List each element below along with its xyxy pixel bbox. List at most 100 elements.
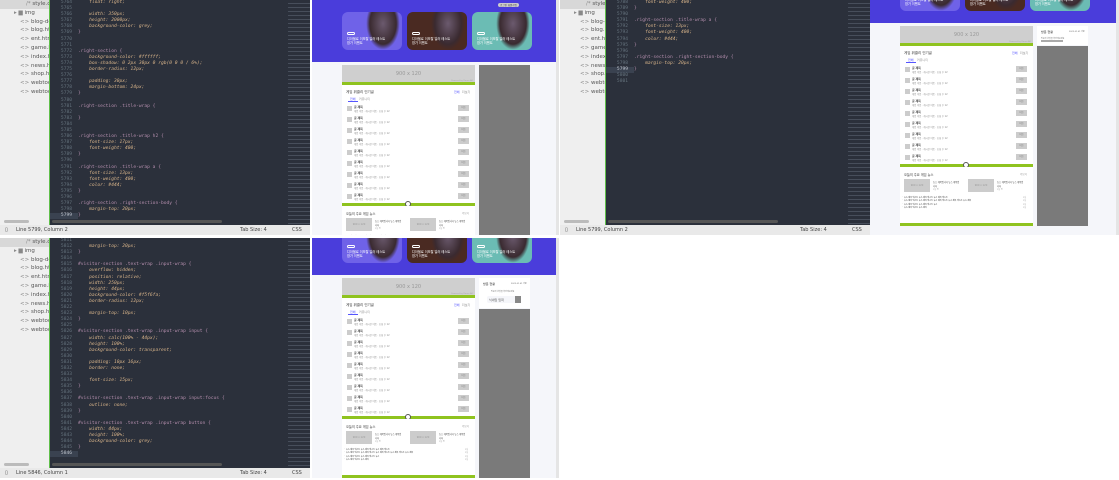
news-image[interactable]: 900 x 120 bbox=[410, 218, 436, 231]
file-item[interactable]: <> webtoon-detail.html bbox=[560, 88, 605, 97]
event-card[interactable]: 디아블로 이모탈 일러 테스트 참가 이벤트 bbox=[965, 0, 1025, 11]
file-item[interactable]: <> index.html bbox=[0, 291, 49, 300]
file-item[interactable]: <> news.html bbox=[0, 62, 49, 71]
file-item[interactable]: <> blog.html bbox=[0, 26, 49, 35]
file-item[interactable]: <> index.html bbox=[560, 53, 605, 62]
file-item[interactable]: <> blog-detail.html bbox=[560, 18, 605, 27]
file-item[interactable]: <> shop.html bbox=[0, 308, 49, 317]
sidebar-toggle-icon[interactable]: ▯ bbox=[565, 225, 568, 235]
row-button[interactable]: 버튼 bbox=[1016, 110, 1027, 116]
row-button[interactable]: 버튼 bbox=[458, 384, 469, 390]
row-button[interactable]: 버튼 bbox=[458, 127, 469, 133]
row-button[interactable]: 버튼 bbox=[458, 329, 469, 335]
tab-community[interactable]: 커뮤니티 bbox=[359, 97, 370, 101]
row-button[interactable]: 버튼 bbox=[1016, 154, 1027, 160]
row-button[interactable]: 버튼 bbox=[1016, 121, 1027, 127]
news-image[interactable]: 900 x 120 bbox=[346, 431, 372, 444]
event-card[interactable]: 디아블로 이모탈 일러 테스트 참가 이벤트 bbox=[1030, 0, 1090, 11]
news-card-title[interactable]: 뉴스 제목입니다 뉴스 제목입니다 bbox=[439, 432, 467, 440]
code-area[interactable]: 5811 5812 margin-top: 20px; 5813} 5814 5815 #… bbox=[50, 238, 310, 468]
row-button[interactable]: 버튼 bbox=[458, 362, 469, 368]
news-card-title[interactable]: 뉴스 제목입니다 뉴스 제목입니다 bbox=[933, 180, 961, 188]
file-item[interactable]: <> webtoon.html bbox=[0, 317, 49, 326]
row-button[interactable]: 버튼 bbox=[1016, 143, 1027, 149]
news-card-title[interactable]: 뉴스 제목입니다 뉴스 제목입니다 bbox=[375, 219, 403, 227]
file-item[interactable]: <> blog-detail.html bbox=[0, 18, 49, 27]
file-item[interactable]: ▸ ▆ img bbox=[560, 9, 605, 18]
sidebar-scrollbar[interactable] bbox=[4, 463, 29, 466]
sidebar-scrollbar[interactable] bbox=[4, 220, 29, 223]
file-item[interactable]: <> webtoon.html bbox=[0, 79, 49, 88]
browser-scrollbar[interactable] bbox=[556, 238, 559, 478]
tab-size[interactable]: Tab Size: 4 bbox=[240, 225, 267, 235]
all-link[interactable]: 전체 bbox=[1012, 51, 1018, 55]
minimap[interactable] bbox=[848, 0, 870, 225]
file-item[interactable]: <> ent.html bbox=[0, 35, 49, 44]
file-item[interactable]: <> webtoon.html bbox=[560, 79, 605, 88]
visitor-input-wrap[interactable] bbox=[1041, 40, 1063, 42]
file-item[interactable]: /* style.css bbox=[0, 0, 49, 9]
row-button[interactable]: 버튼 bbox=[458, 318, 469, 324]
sidebar-scrollbar[interactable] bbox=[564, 220, 589, 223]
file-item[interactable]: <> webtoon-detail.html bbox=[0, 88, 49, 97]
file-item[interactable]: <> blog-detail.html bbox=[0, 256, 49, 265]
file-item[interactable]: <> blog.html bbox=[560, 26, 605, 35]
file-item[interactable]: <> news.html bbox=[0, 300, 49, 309]
file-item[interactable]: <> shop.html bbox=[560, 70, 605, 79]
file-item[interactable]: <> news.html bbox=[560, 62, 605, 71]
row-button[interactable]: 버튼 bbox=[458, 373, 469, 379]
row-button[interactable]: 버튼 bbox=[458, 116, 469, 122]
nickname-input[interactable] bbox=[487, 296, 515, 303]
tab-all[interactable]: 전체 bbox=[348, 310, 358, 315]
file-item[interactable]: ▸ ▆ img bbox=[0, 9, 49, 18]
file-item[interactable]: <> ent.html bbox=[560, 35, 605, 44]
news-list-item[interactable]: 뉴스 제목 텍스트 뉴스 제목 bbox=[904, 206, 927, 209]
event-card[interactable]: 디아블로 이모탈 일러 테스트 참가 이벤트 bbox=[342, 12, 402, 50]
row-button[interactable]: 버튼 bbox=[1016, 88, 1027, 94]
tab-community[interactable]: 커뮤니티 bbox=[359, 310, 370, 314]
file-item[interactable]: <> game.html bbox=[560, 44, 605, 53]
all-link[interactable]: 전체 bbox=[454, 303, 460, 307]
ad-banner[interactable]: 900 x 120 Powered by Daum AD bbox=[342, 65, 475, 83]
row-button[interactable]: 버튼 bbox=[1016, 99, 1027, 105]
event-card[interactable]: 디아블로 이모탈 일러 테스트 참가 이벤트 bbox=[472, 238, 532, 263]
news-more[interactable]: 더보기 bbox=[462, 211, 469, 215]
row-button[interactable]: 버튼 bbox=[458, 182, 469, 188]
syntax-mode[interactable]: CSS bbox=[292, 225, 302, 235]
event-card[interactable]: 디아블로 이모탈 일러 테스트 참가 이벤트 bbox=[900, 0, 960, 11]
news-image[interactable]: 900 x 120 bbox=[346, 218, 372, 231]
file-item[interactable]: <> game.html bbox=[0, 282, 49, 291]
row-button[interactable]: 버튼 bbox=[458, 149, 469, 155]
news-image[interactable]: 900 x 120 bbox=[968, 179, 994, 192]
header-login-tag[interactable]: 로그인 회원가입 bbox=[498, 3, 519, 7]
row-button[interactable]: 버튼 bbox=[458, 351, 469, 357]
news-card-title[interactable]: 뉴스 제목입니다 뉴스 제목입니다 bbox=[375, 432, 403, 440]
event-card[interactable]: 디아블로 이모탈 일러 테스트 참가 이벤트 bbox=[407, 12, 467, 50]
event-card[interactable]: 디아블로 이모탈 일러 테스트 참가 이벤트 bbox=[472, 12, 532, 50]
horizontal-scrollbar[interactable] bbox=[608, 220, 778, 223]
news-more[interactable]: 더보기 bbox=[1020, 172, 1027, 176]
file-item[interactable]: /* style.css bbox=[0, 238, 49, 247]
row-button[interactable]: 버튼 bbox=[458, 340, 469, 346]
row-button[interactable]: 버튼 bbox=[458, 193, 469, 199]
visitor-submit-button[interactable] bbox=[515, 296, 521, 303]
syntax-mode[interactable]: CSS bbox=[852, 225, 862, 235]
code-area[interactable]: 5788 font-weight: 400; 5789} 5790 5791 .righ… bbox=[606, 0, 870, 225]
row-button[interactable]: 버튼 bbox=[458, 406, 469, 412]
ad-banner[interactable]: 900 x 120 Powered by Daum AD bbox=[900, 26, 1033, 44]
news-card-title[interactable]: 뉴스 제목입니다 뉴스 제목입니다 bbox=[439, 219, 467, 227]
minimap[interactable] bbox=[288, 0, 310, 225]
horizontal-scrollbar[interactable] bbox=[52, 220, 222, 223]
news-image[interactable]: 900 x 120 bbox=[410, 431, 436, 444]
row-button[interactable]: 버튼 bbox=[458, 105, 469, 111]
file-item[interactable]: <> webtoon-detail.html bbox=[0, 326, 49, 335]
row-button[interactable]: 버튼 bbox=[458, 395, 469, 401]
news-card-title[interactable]: 뉴스 제목입니다 뉴스 제목입니다 bbox=[997, 180, 1025, 188]
row-button[interactable]: 버튼 bbox=[458, 171, 469, 177]
file-item[interactable]: <> blog.html bbox=[0, 264, 49, 273]
news-more[interactable]: 더보기 bbox=[462, 424, 469, 428]
sidebar-toggle-icon[interactable]: ▯ bbox=[5, 225, 8, 235]
all-link[interactable]: 전체 bbox=[454, 90, 460, 94]
row-button[interactable]: 버튼 bbox=[458, 160, 469, 166]
tab-size[interactable]: Tab Size: 4 bbox=[800, 225, 827, 235]
